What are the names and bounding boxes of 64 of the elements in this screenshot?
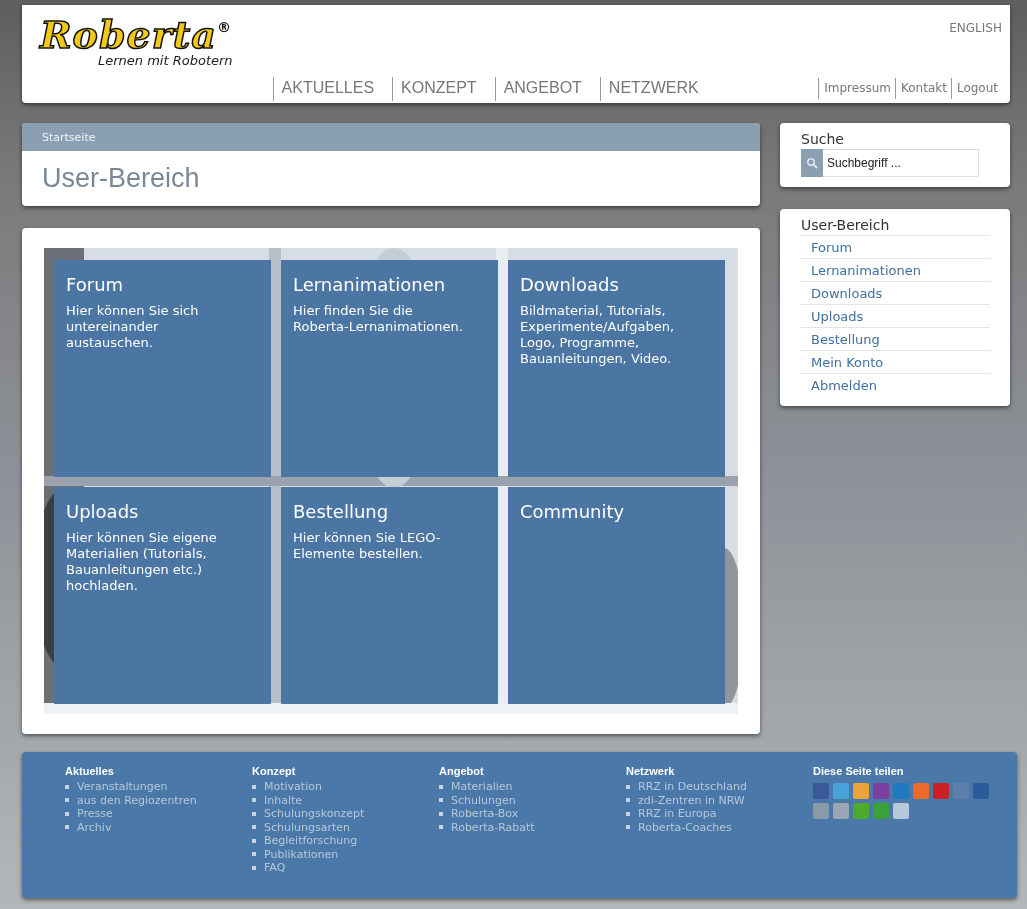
tile-title: Downloads [520, 274, 620, 295]
nav-link[interactable]: AKTUELLES [272, 77, 393, 101]
search-icon[interactable] [806, 157, 818, 169]
search-field[interactable]: Suchbegriff ... [823, 149, 979, 177]
footer-link[interactable]: RRZ in Europa [626, 807, 813, 821]
menu-item[interactable]: Abmelden [801, 373, 990, 396]
menu-item[interactable]: Downloads [801, 281, 990, 304]
breadcrumb-link[interactable]: Startseite [42, 130, 96, 144]
meta-link[interactable]: Kontakt [894, 78, 951, 99]
page-title: User-Bereich [41, 162, 201, 195]
footer-link[interactable]: Roberta-Coaches [626, 820, 813, 834]
footer-link[interactable]: Archiv [65, 820, 252, 834]
footer-link[interactable]: RRZ in Deutschland [626, 780, 813, 794]
footer-heading: Aktuelles [65, 765, 115, 777]
footer-heading: Netzwerk [626, 765, 676, 777]
tile-link[interactable]: Uploads Hier können Sie eigene Materialien (Tutorials, Bauanleitungen etc.) hochladen. [54, 487, 271, 704]
registered-mark: ® [216, 19, 231, 35]
footer-link[interactable]: Schulungsarten [252, 820, 439, 834]
menu-item[interactable]: Lernanimationen [801, 258, 990, 281]
menu-item[interactable]: Mein Konto [801, 350, 990, 373]
footer-link[interactable]: Veranstaltungen [65, 780, 252, 794]
tile-link[interactable]: Downloads Bildmaterial, Tutorials, Experimente/Aufgaben, Logo, Programme, Bauanleitungen, Video. [508, 260, 725, 477]
footer-heading: Konzept [252, 765, 297, 777]
tile-link[interactable]: Community [508, 487, 725, 704]
tile-description: Hier finden Sie die Roberta-Lernanimationen. [293, 303, 464, 335]
footer-link[interactable]: Publikationen [252, 847, 439, 861]
tile-description: Hier können Sie eigene Materialien (Tutorials, Bauanleitungen etc.) hochladen. [66, 530, 218, 594]
footer-link[interactable]: Roberta-Rabatt [439, 820, 626, 834]
search-title: Suche [801, 131, 845, 147]
tile-title: Uploads [66, 501, 140, 522]
nav-link[interactable]: KONZEPT [392, 77, 495, 101]
tile-link[interactable]: Forum Hier können Sie sich untereinander austauschen. [54, 260, 271, 477]
tile-description: Hier können Sie sich untereinander austauschen. [66, 303, 200, 351]
footer-link[interactable]: aus den Regiozentren [65, 793, 252, 807]
meta-link[interactable]: Impressum [818, 78, 895, 99]
share-heading: Diese Seite teilen [813, 765, 905, 777]
menu-item[interactable]: Bestellung [801, 327, 990, 350]
tile-title: Bestellung [293, 501, 390, 522]
menu-item[interactable]: Uploads [801, 304, 990, 327]
menu-title: User-Bereich [801, 217, 891, 233]
footer-link[interactable]: Presse [65, 807, 252, 821]
footer-link[interactable]: Schulungskonzept [252, 807, 439, 821]
footer-link[interactable]: Materialien [439, 780, 626, 794]
footer-link[interactable]: FAQ [252, 861, 439, 875]
tile-link[interactable]: Lernanimationen Hier finden Sie die Roberta-Lernanimationen. [281, 260, 498, 477]
menu-item[interactable]: Forum [801, 235, 990, 258]
tile-link[interactable]: Bestellung Hier können Sie LEGO-Elemente bestellen. [281, 487, 498, 704]
footer-link[interactable]: Schulungen [439, 793, 626, 807]
meta-link[interactable]: Logout [950, 78, 1002, 99]
logo-tagline: Lernen mit Robotern [98, 53, 233, 68]
tile-title: Forum [66, 274, 125, 295]
tile-title: Community [520, 501, 626, 522]
nav-link[interactable]: NETZWERK [599, 77, 717, 101]
tile-title: Lernanimationen [293, 274, 447, 295]
nav-link[interactable]: ANGEBOT [494, 77, 600, 101]
tile-description: Hier können Sie LEGO-Elemente bestellen. [293, 530, 442, 562]
footer-link[interactable]: Begleitforschung [252, 834, 439, 848]
footer-link[interactable]: Roberta-Box [439, 807, 626, 821]
language-link[interactable]: ENGLISH [949, 21, 1002, 35]
tile-description: Bildmaterial, Tutorials, Experimente/Aufgaben, Logo, Programme, Bauanleitungen, Video. [520, 303, 676, 367]
footer-link[interactable]: Motivation [252, 780, 439, 794]
footer-link[interactable]: zdi-Zentren in NRW [626, 793, 813, 807]
footer-link[interactable]: Inhalte [252, 793, 439, 807]
footer-heading: Angebot [439, 765, 485, 777]
